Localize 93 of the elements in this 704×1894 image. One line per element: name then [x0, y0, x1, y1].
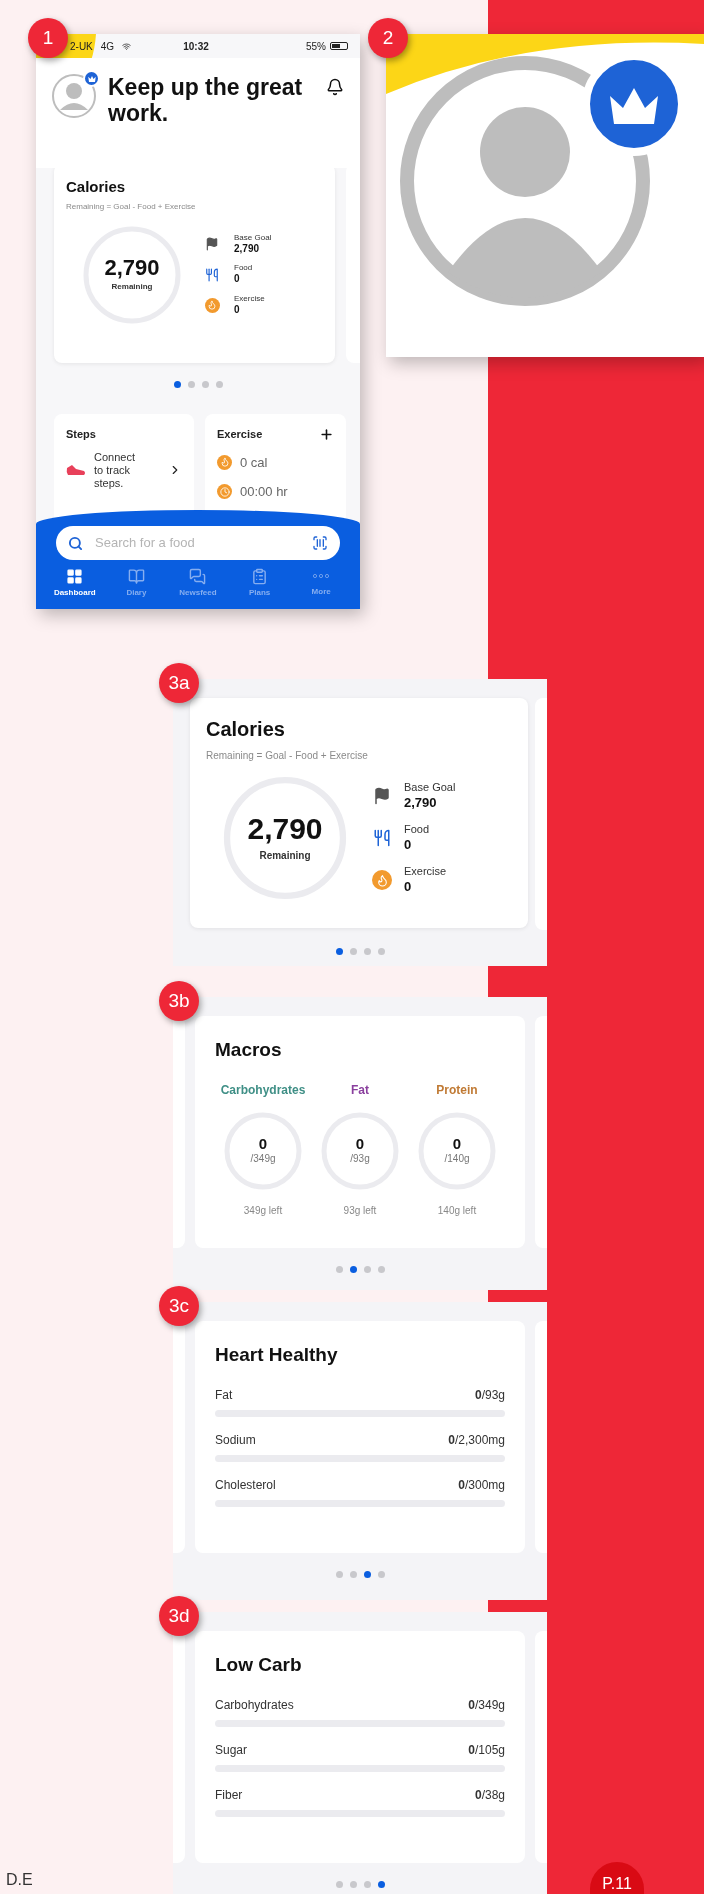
card-title: Low Carb: [215, 1653, 303, 1677]
chat-icon: [189, 568, 207, 585]
nutrient-name: Fiber: [215, 1786, 243, 1804]
nutrient-amount: 0/38g: [474, 1786, 505, 1804]
step-marker: 1: [28, 18, 68, 58]
nav-tab[interactable]: Dashboard: [46, 568, 103, 599]
nutrient-amount: 0/93g: [474, 1386, 505, 1404]
utensils-icon: [205, 267, 219, 282]
macro-name: Carbohydrates: [220, 1081, 306, 1099]
carrier-text: 2-UK: [70, 39, 93, 54]
wifi-icon: [122, 41, 132, 51]
book-icon: [127, 568, 145, 585]
barcode-scan-icon[interactable]: [312, 535, 328, 551]
macro-left: 140g left: [437, 1203, 477, 1218]
remaining-value: 2,790: [104, 256, 160, 279]
stat-value: 0: [404, 836, 413, 853]
flag-icon: [373, 787, 391, 805]
step-marker: 3d: [159, 1596, 199, 1636]
card-title: Macros: [215, 1038, 283, 1062]
network-text: 4G: [100, 39, 115, 54]
step-marker: 3b: [159, 981, 199, 1021]
add-icon[interactable]: [319, 426, 334, 442]
author-initials: D.E: [6, 1870, 33, 1890]
macro-value: 0: [258, 1135, 268, 1151]
steps-text: Connect to track steps.: [94, 450, 136, 491]
macro-goal: /349g: [250, 1151, 276, 1166]
stat-label: Base Goal: [404, 781, 456, 795]
step-marker: 3c: [159, 1286, 199, 1326]
step-marker: 3a: [159, 663, 199, 703]
card-title: Exercise: [217, 427, 263, 442]
nutrient-name: Cholesterol: [215, 1476, 276, 1494]
bell-icon[interactable]: [326, 78, 344, 96]
formula-text: Remaining = Goal - Food + Exercise: [206, 749, 369, 763]
stat-value: 0: [234, 273, 241, 286]
nav-tab[interactable]: More: [293, 568, 350, 599]
crown-badge-icon: [83, 70, 100, 87]
step-marker: 2: [368, 18, 408, 58]
flame-icon: [204, 297, 220, 313]
remaining-value: 2,790: [247, 813, 323, 844]
stat-value: 0: [234, 303, 241, 317]
clipboard-icon: [251, 568, 269, 585]
clock-time: 10:32: [182, 39, 210, 54]
search-input[interactable]: Search for a food: [95, 533, 300, 553]
stat-value: 0: [404, 878, 413, 895]
stat-label: Food: [234, 263, 253, 274]
stat-label: Base Goal: [234, 232, 272, 243]
greeting-heading: Keep up the great work.: [108, 74, 304, 127]
nav-tab[interactable]: Plans: [231, 568, 288, 599]
macro-name: Protein: [436, 1081, 478, 1099]
stat-value: 2,790: [404, 794, 438, 811]
nutrient-amount: 0/300mg: [458, 1476, 505, 1494]
search-field[interactable]: Search for a food: [56, 526, 340, 560]
macro-goal: /140g: [444, 1151, 470, 1166]
flag-icon: [205, 237, 219, 251]
card-title: Calories: [66, 177, 127, 197]
nutrient-amount: 0/2,300mg: [448, 1431, 505, 1449]
nutrient-name: Fat: [215, 1386, 233, 1404]
formula-text: Remaining = Goal - Food + Exercise: [66, 200, 197, 213]
nutrient-name: Sugar: [215, 1741, 248, 1759]
card-title: Steps: [66, 427, 97, 442]
dashboard-icon: [66, 568, 84, 585]
nutrient-name: Carbohydrates: [215, 1696, 294, 1714]
nav-tab[interactable]: Diary: [108, 568, 165, 599]
stat-value: 2,790: [234, 242, 261, 256]
more-icon: [313, 574, 330, 578]
remaining-label: Remaining: [111, 280, 153, 293]
macro-value: 0: [355, 1135, 365, 1151]
stat-label: Exercise: [234, 293, 265, 304]
macro-left: 93g left: [343, 1203, 377, 1218]
stat-label: Food: [404, 823, 430, 837]
macro-goal: /93g: [350, 1151, 370, 1166]
utensils-icon: [373, 829, 391, 847]
macro-left: 349g left: [243, 1203, 283, 1218]
exercise-stat: 0 cal: [240, 453, 268, 472]
shoe-icon: [66, 464, 86, 477]
macro-value: 0: [452, 1135, 462, 1151]
stat-label: Exercise: [404, 865, 447, 879]
nav-tab[interactable]: Newsfeed: [170, 568, 226, 599]
search-icon: [68, 535, 83, 551]
card-title: Calories: [206, 717, 286, 742]
battery-icon: [330, 42, 348, 50]
flame-icon: [217, 454, 232, 470]
remaining-label: Remaining: [259, 848, 311, 863]
nutrient-name: Sodium: [215, 1431, 256, 1449]
battery-percent: 55%: [306, 39, 326, 54]
nutrient-amount: 0/349g: [468, 1696, 505, 1714]
macro-name: Fat: [351, 1081, 369, 1099]
exercise-stat: 00:00 hr: [240, 483, 288, 501]
nutrient-amount: 0/105g: [468, 1741, 505, 1759]
card-title: Heart Healthy: [215, 1343, 339, 1367]
clock-icon: [217, 484, 232, 500]
flame-icon: [372, 870, 392, 890]
avatar-icon: [52, 74, 96, 118]
